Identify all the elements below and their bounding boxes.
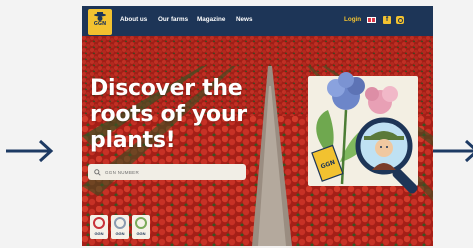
search-placeholder: GGN NUMBER: [105, 169, 140, 175]
certification-badges: GGN GGN GGN: [90, 215, 150, 239]
badge-label: GGN: [136, 231, 146, 236]
ggn-number-search-input[interactable]: GGN NUMBER: [88, 164, 246, 180]
hero-title: Discover the roots of your plants!: [90, 76, 247, 153]
nav-link-our-farms[interactable]: Our farms: [158, 16, 188, 23]
ggn-badge[interactable]: GGN: [111, 215, 129, 239]
top-navigation: GGN About us Our farms Magazine News Log…: [82, 6, 433, 36]
arrow-right-icon: [432, 139, 473, 163]
ggn-badge[interactable]: GGN: [90, 215, 108, 239]
login-link[interactable]: Login: [344, 16, 361, 23]
website-screenshot: GGN About us Our farms Magazine News Log…: [82, 6, 433, 246]
logo-text: GGN: [93, 21, 107, 27]
ggn-badge[interactable]: GGN: [132, 215, 150, 239]
facebook-icon[interactable]: f: [383, 16, 391, 24]
flower-magnifier-illustration: GGN: [308, 72, 418, 194]
presentation-frame: GGN About us Our farms Magazine News Log…: [0, 0, 473, 248]
instagram-icon[interactable]: [396, 16, 404, 24]
badge-emblem-icon: [114, 217, 126, 229]
badge-label: GGN: [115, 231, 125, 236]
badge-emblem-icon: [135, 217, 147, 229]
nav-link-news[interactable]: News: [236, 16, 252, 23]
flag-icon[interactable]: [367, 17, 376, 23]
badge-emblem-icon: [93, 217, 105, 229]
search-icon: [94, 168, 101, 176]
nav-link-magazine[interactable]: Magazine: [197, 16, 225, 23]
nav-link-about-us[interactable]: About us: [120, 16, 147, 23]
badge-label: GGN: [94, 231, 104, 236]
arrow-right-icon: [6, 139, 54, 163]
ggn-logo[interactable]: GGN: [88, 9, 112, 35]
